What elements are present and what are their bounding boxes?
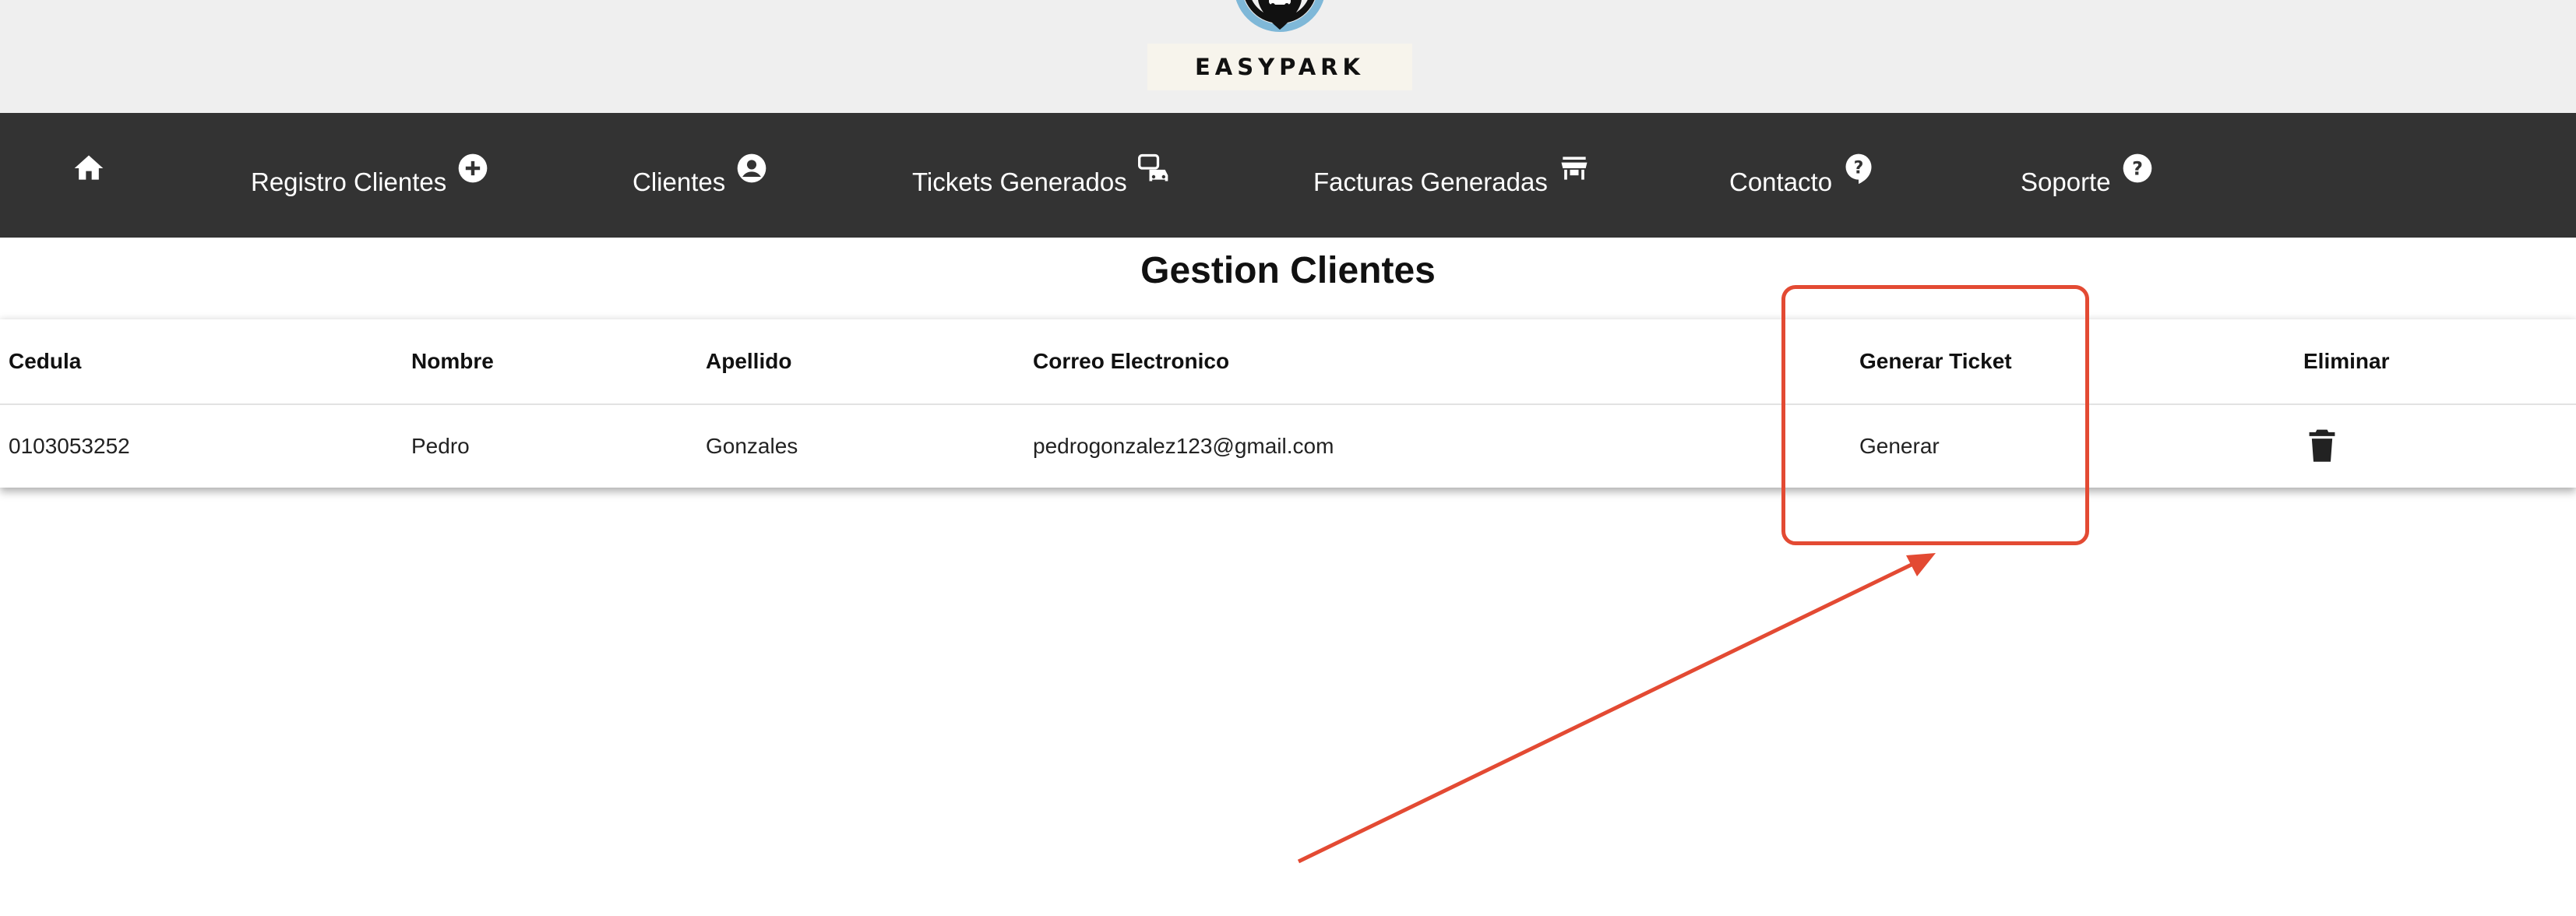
- cell-apellido: Gonzales: [706, 434, 798, 458]
- clients-table: Cedula Nombre Apellido Correo Electronic…: [0, 319, 2576, 488]
- header-eliminar: Eliminar: [2303, 349, 2390, 373]
- page-title: Gestion Clientes: [1140, 250, 1436, 291]
- help-bubble-icon: ?: [1841, 151, 1876, 185]
- nav-clientes-label: Clientes: [633, 167, 726, 196]
- cell-correo: pedrogonzalez123@gmail.com: [1033, 434, 1334, 458]
- nav-contacto[interactable]: Contacto ?: [1729, 113, 1876, 238]
- add-circle-icon: [456, 151, 490, 185]
- page: EASYPARK Registro Clientes Clientes Tick…: [0, 0, 2576, 916]
- store-icon: [1557, 151, 1591, 185]
- navbar: Registro Clientes Clientes Tickets Gener…: [0, 113, 2576, 238]
- table-row: 0103053252 Pedro Gonzales pedrogonzalez1…: [0, 405, 2576, 488]
- trash-icon[interactable]: [2306, 428, 2338, 464]
- svg-text:?: ?: [1854, 158, 1864, 178]
- car-ticket-icon: [1136, 151, 1171, 185]
- header-apellido: Apellido: [706, 349, 792, 373]
- nav-tickets-generados-label: Tickets Generados: [912, 167, 1127, 196]
- nav-facturas-generadas-label: Facturas Generadas: [1313, 167, 1548, 196]
- car-pin-logo-icon: [1235, 0, 1324, 32]
- nav-contacto-label: Contacto: [1729, 167, 1833, 196]
- logo[interactable]: EASYPARK: [1147, 0, 1412, 92]
- header-cedula: Cedula: [9, 349, 82, 373]
- cell-nombre: Pedro: [411, 434, 470, 458]
- header-band: EASYPARK: [0, 0, 2576, 113]
- nav-soporte-label: Soporte: [2021, 167, 2111, 196]
- home-icon: [72, 151, 106, 185]
- header-nombre: Nombre: [411, 349, 494, 373]
- nav-clientes[interactable]: Clientes: [633, 113, 769, 238]
- logo-badge: EASYPARK: [1147, 44, 1412, 90]
- annotation-highlight-box: [1781, 285, 2089, 545]
- logo-text: EASYPARK: [1195, 54, 1365, 80]
- delete-cell: [2303, 405, 2338, 488]
- header-correo: Correo Electronico: [1033, 349, 1230, 373]
- nav-facturas-generadas[interactable]: Facturas Generadas: [1313, 113, 1591, 238]
- cell-cedula: 0103053252: [9, 434, 130, 458]
- nav-soporte[interactable]: Soporte ?: [2021, 113, 2155, 238]
- table-header-row: Cedula Nombre Apellido Correo Electronic…: [0, 319, 2576, 405]
- svg-text:?: ?: [2132, 157, 2143, 179]
- nav-registro-clientes[interactable]: Registro Clientes: [251, 113, 490, 238]
- nav-home[interactable]: [72, 113, 106, 238]
- nav-tickets-generados[interactable]: Tickets Generados: [912, 113, 1171, 238]
- help-circle-icon: ?: [2120, 151, 2155, 185]
- account-circle-icon: [735, 151, 769, 185]
- nav-registro-clientes-label: Registro Clientes: [251, 167, 447, 196]
